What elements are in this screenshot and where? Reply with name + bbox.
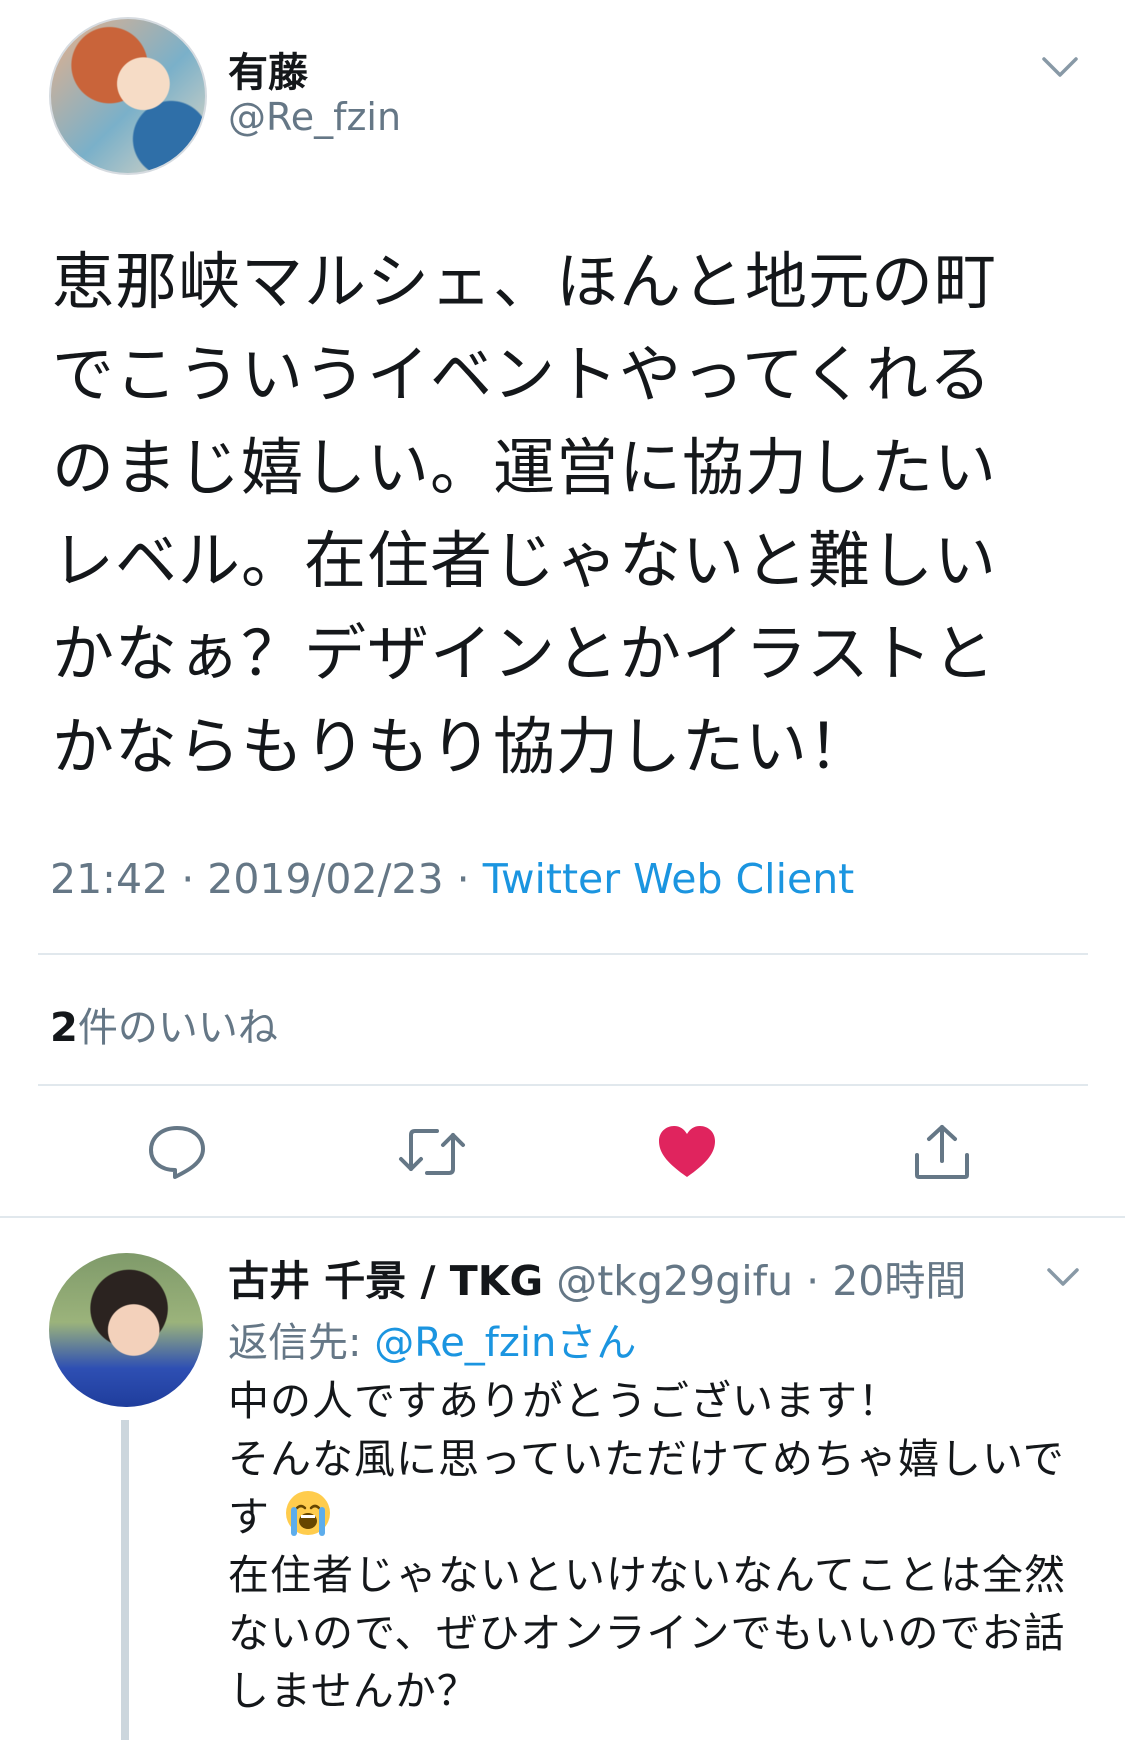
reply-author-handle[interactable]: @tkg29gifu: [556, 1257, 793, 1305]
divider: [38, 1084, 1088, 1086]
reply-text-line: す: [228, 1488, 1088, 1546]
heart-icon: [659, 1126, 715, 1177]
reply-author-name[interactable]: 古井 千景 / TKG: [228, 1257, 543, 1305]
tweet-client-link[interactable]: Twitter Web Client: [483, 855, 855, 903]
reply-text-segment: す: [228, 1493, 270, 1541]
tweet-time: 21:42: [50, 855, 169, 903]
tweet-meta: 21:42 · 2019/02/23 · Twitter Web Client: [50, 855, 854, 903]
chevron-down-icon[interactable]: [1045, 1266, 1081, 1292]
reply-text-line: そんな風に思っていただけてめちゃ嬉しいで: [228, 1435, 1065, 1483]
tweet-text-line: 恵那峡マルシェ、ほんと地元の町: [52, 245, 998, 318]
share-button[interactable]: [902, 1112, 982, 1192]
reply-text-line: 中の人ですありがとうございます！: [228, 1377, 900, 1425]
likes-count[interactable]: 2件のいいね: [50, 995, 278, 1053]
reply-text-line: しませんか？: [228, 1667, 479, 1715]
divider: [38, 953, 1088, 955]
reply-text-line: 在住者じゃないといけないなんてことは全然: [228, 1551, 1066, 1599]
reply-to: 返信先: @Re_fzinさん: [228, 1310, 636, 1368]
meta-separator: ·: [443, 855, 483, 903]
meta-separator: ·: [793, 1257, 833, 1305]
author-handle[interactable]: @Re_fzin: [228, 95, 401, 139]
reply-text: 中の人ですありがとうございます！ そんな風に思っていただけてめちゃ嬉しいで す …: [228, 1372, 1088, 1720]
chevron-down-icon[interactable]: [1040, 55, 1080, 83]
reply-text-line: ないので、ぜひオンラインでもいいのでお話: [228, 1609, 1066, 1657]
tweet-text-line: レベル。在住者じゃないと難しい: [52, 524, 998, 597]
reply-button[interactable]: [137, 1112, 217, 1192]
tweet-date: 2019/02/23: [207, 855, 444, 903]
reply-author-avatar[interactable]: [49, 1253, 203, 1407]
reply-header: 古井 千景 / TKG @tkg29gifu · 20時間: [228, 1247, 966, 1307]
divider: [0, 1216, 1125, 1218]
tweet-text-line: でこういうイベントやってくれる: [52, 338, 993, 411]
share-icon: [915, 1125, 969, 1179]
author-name[interactable]: 有藤: [228, 40, 308, 98]
tweet-text-line: かなぁ？デザインとかイラストと: [52, 617, 996, 690]
retweet-button[interactable]: [392, 1112, 472, 1192]
meta-separator: ·: [168, 855, 208, 903]
tweet-text-line: のまじ嬉しい。運営に協力したい: [52, 431, 998, 504]
tweet-text-line: かならもりもり協力したい！: [52, 710, 872, 783]
like-count-label: 件のいいね: [77, 1005, 278, 1051]
reply-to-handle[interactable]: @Re_fzinさん: [374, 1320, 636, 1366]
author-avatar[interactable]: [49, 17, 207, 175]
tweet-text: 恵那峡マルシェ、ほんと地元の町 でこういうイベントやってくれる のまじ嬉しい。運…: [52, 235, 1072, 793]
retweet-icon: [399, 1129, 465, 1175]
like-count-number: 2: [50, 1005, 78, 1051]
reply-to-prefix: 返信先:: [228, 1320, 375, 1366]
loudly-crying-face-icon: [284, 1489, 332, 1537]
thread-line: [121, 1420, 129, 1740]
reply-time[interactable]: 20時間: [832, 1257, 966, 1305]
reply-icon: [149, 1126, 205, 1179]
like-button[interactable]: [647, 1112, 727, 1192]
